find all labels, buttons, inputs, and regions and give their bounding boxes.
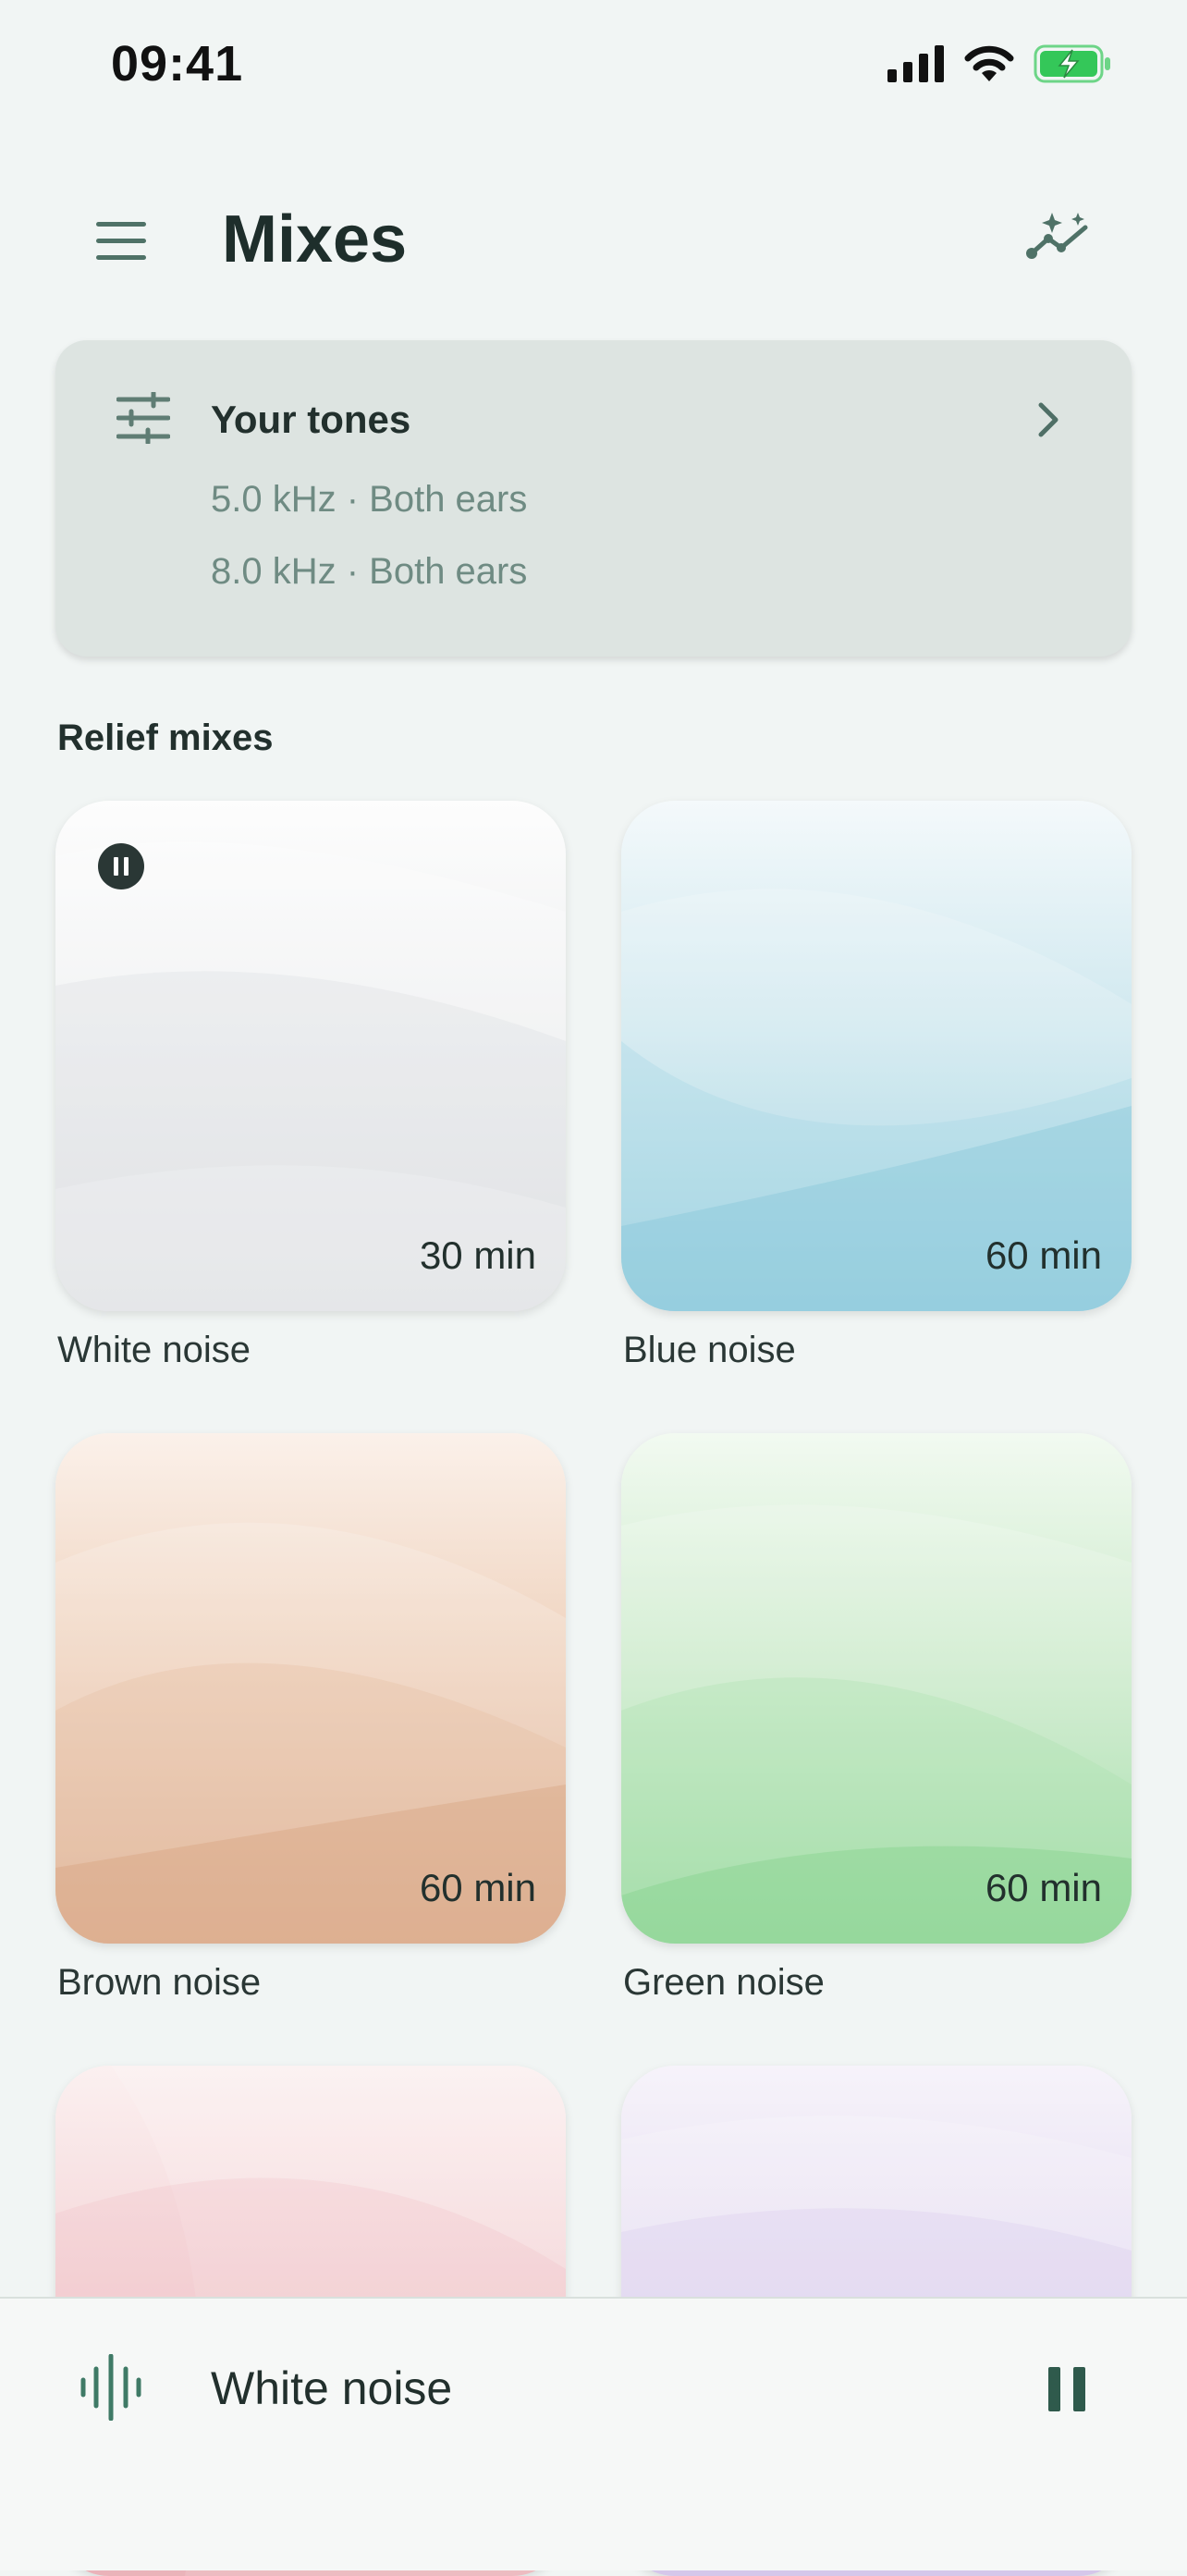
tones-card[interactable]: Your tones 5.0 kHz · Both ears 8.0 kHz ·… (55, 340, 1132, 656)
mix-name: Brown noise (57, 1962, 262, 2003)
sparkle-chart-icon[interactable] (1024, 211, 1095, 266)
page-title: Mixes (222, 202, 408, 276)
mix-card-brown-noise[interactable]: 60 min (55, 1433, 566, 1944)
mix-duration: 60 min (985, 1233, 1102, 1277)
playing-pause-icon[interactable] (98, 843, 144, 889)
mix-duration: 60 min (985, 1866, 1102, 1909)
cellular-signal-icon (887, 45, 944, 82)
tones-title: Your tones (211, 398, 411, 441)
tone-line: 8.0 kHz · Both ears (211, 551, 528, 592)
mix-name: Blue noise (623, 1330, 796, 1370)
wifi-icon (964, 45, 1014, 81)
status-icons (887, 44, 1113, 83)
mix-name: White noise (57, 1330, 251, 1370)
mix-card-white-noise[interactable]: 30 min (55, 801, 566, 1311)
waveform-icon (80, 2354, 141, 2421)
pause-icon[interactable] (1048, 2367, 1085, 2411)
mix-name: Green noise (623, 1962, 825, 2003)
menu-icon[interactable] (96, 222, 146, 263)
mix-card-green-noise[interactable]: 60 min (621, 1433, 1132, 1944)
sliders-icon (116, 392, 170, 444)
mix-card-blue-noise[interactable]: 60 min (621, 801, 1132, 1311)
chevron-right-icon (1038, 402, 1059, 437)
mix-duration: 60 min (419, 1866, 536, 1909)
now-playing-title: White noise (211, 2362, 453, 2414)
mix-duration: 30 min (419, 1233, 536, 1277)
now-playing-bar[interactable]: White noise (0, 2297, 1187, 2570)
status-time: 09:41 (111, 36, 244, 92)
section-title: Relief mixes (57, 718, 274, 758)
tone-line: 5.0 kHz · Both ears (211, 479, 528, 520)
battery-charging-icon (1034, 44, 1110, 83)
